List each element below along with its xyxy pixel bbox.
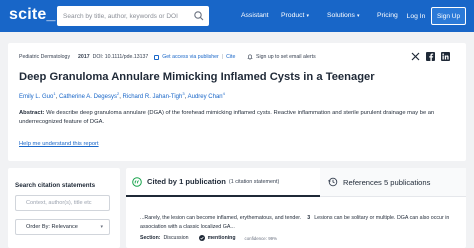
quote-bubble-icon	[132, 176, 142, 187]
author-name: Catherine A. Degesys	[58, 94, 117, 100]
chevron-down-icon: ▾	[356, 13, 360, 19]
nav-product-label: Product	[281, 12, 305, 19]
abstract-text: We describe deep granuloma annulare (DGA…	[19, 110, 435, 125]
facebook-icon[interactable]	[426, 52, 435, 61]
search-box[interactable]	[57, 6, 209, 26]
paper-title: Deep Granuloma Annulare Mimicking Inflam…	[19, 71, 375, 83]
cited-by-label: Cited by 1 publication	[147, 177, 226, 186]
section-label: Section:	[140, 235, 161, 241]
confidence-score: confidence: 99%	[244, 235, 277, 241]
search-icon[interactable]	[193, 10, 205, 22]
author-link[interactable]: Audrey Chan4	[187, 91, 225, 100]
lock-icon	[154, 54, 160, 60]
mentioning-label: mentioning	[207, 235, 236, 241]
cite-link[interactable]: Cite	[226, 54, 235, 60]
order-by-select[interactable]: Order By: Relevance ▾	[15, 219, 110, 235]
abstract-label: Abstract:	[19, 110, 45, 116]
x-twitter-icon[interactable]	[411, 52, 420, 61]
bell-icon	[247, 54, 253, 60]
publication-year: 2017	[78, 54, 90, 60]
scite-logo[interactable]: scite_	[9, 6, 56, 24]
linkedin-icon[interactable]	[441, 52, 450, 61]
check-circle-icon	[198, 235, 205, 241]
top-navigation-bar: scite_ Assistant Product▾ Solutions▾ Pri…	[0, 0, 474, 32]
nav-solutions-label: Solutions	[327, 12, 355, 19]
author-name: Audrey Chan	[187, 94, 223, 100]
tab-references[interactable]: References 5 publications	[320, 168, 466, 197]
statement-text: ...Rarely, the lesion can become inflame…	[140, 215, 302, 221]
panel-title: Search citation statements	[15, 182, 96, 189]
citation-statement-count: (1 citation statement)	[228, 178, 280, 185]
chevron-down-icon: ▾	[100, 224, 103, 230]
author-name: Emily L. Guo	[19, 94, 54, 100]
order-by-value: Order By: Relevance	[26, 224, 78, 230]
author-name: Richard R. Jahan-Tigh	[122, 94, 183, 100]
author-link[interactable]: Richard R. Jahan-Tigh3	[122, 91, 185, 100]
statement-search-input[interactable]: Context, author(s), title etc	[15, 195, 110, 211]
author-list: Emily L. Guo1, Catherine A. Degesys2, Ri…	[19, 91, 225, 100]
statement-meta: Section: Discussion mentioning confidenc…	[140, 235, 277, 241]
references-label: References 5 publications	[343, 177, 431, 187]
nav-pricing[interactable]: Pricing	[377, 12, 398, 19]
email-alerts-label: Sign up to set email alerts	[256, 54, 316, 60]
paper-card: Pediatric Dermatology 2017 DOI: 10.1111/…	[8, 43, 466, 161]
nav-solutions[interactable]: Solutions ▾	[327, 12, 359, 19]
help-understand-link[interactable]: Help me understand this report	[19, 141, 99, 147]
nav-assistant[interactable]: Assistant	[241, 12, 269, 19]
reference-number: 3	[307, 215, 311, 221]
tab-cited-by[interactable]: Cited by 1 publication (1 citation state…	[126, 168, 320, 197]
doi-text: DOI: 10.1111/pde.13137	[92, 54, 149, 60]
email-alerts-link[interactable]: Sign up to set email alerts	[247, 54, 316, 60]
author-link[interactable]: Emily L. Guo1	[19, 91, 56, 100]
author-link[interactable]: Catherine A. Degesys2	[58, 91, 119, 100]
signup-button[interactable]: Sign Up	[431, 7, 466, 25]
access-link[interactable]: Get access via publisher	[162, 54, 219, 60]
chevron-down-icon: ▾	[306, 13, 309, 19]
history-icon	[328, 177, 338, 187]
login-button[interactable]: Log In	[404, 7, 428, 25]
journal-name[interactable]: Pediatric Dermatology	[19, 54, 70, 60]
paper-meta: Pediatric Dermatology 2017 DOI: 10.1111/…	[19, 54, 235, 60]
divider: |	[221, 54, 224, 60]
abstract: Abstract: We describe deep granuloma ann…	[19, 109, 459, 127]
section-value: Discussion	[163, 235, 189, 241]
citation-search-panel: Search citation statements Context, auth…	[8, 168, 120, 248]
citations-panel: Cited by 1 publication (1 citation state…	[126, 168, 466, 248]
author-affiliation: 4	[222, 91, 225, 96]
citation-statement: ...Rarely, the lesion can become inflame…	[140, 214, 460, 231]
search-input[interactable]	[63, 12, 193, 20]
nav-product[interactable]: Product ▾	[281, 12, 309, 19]
